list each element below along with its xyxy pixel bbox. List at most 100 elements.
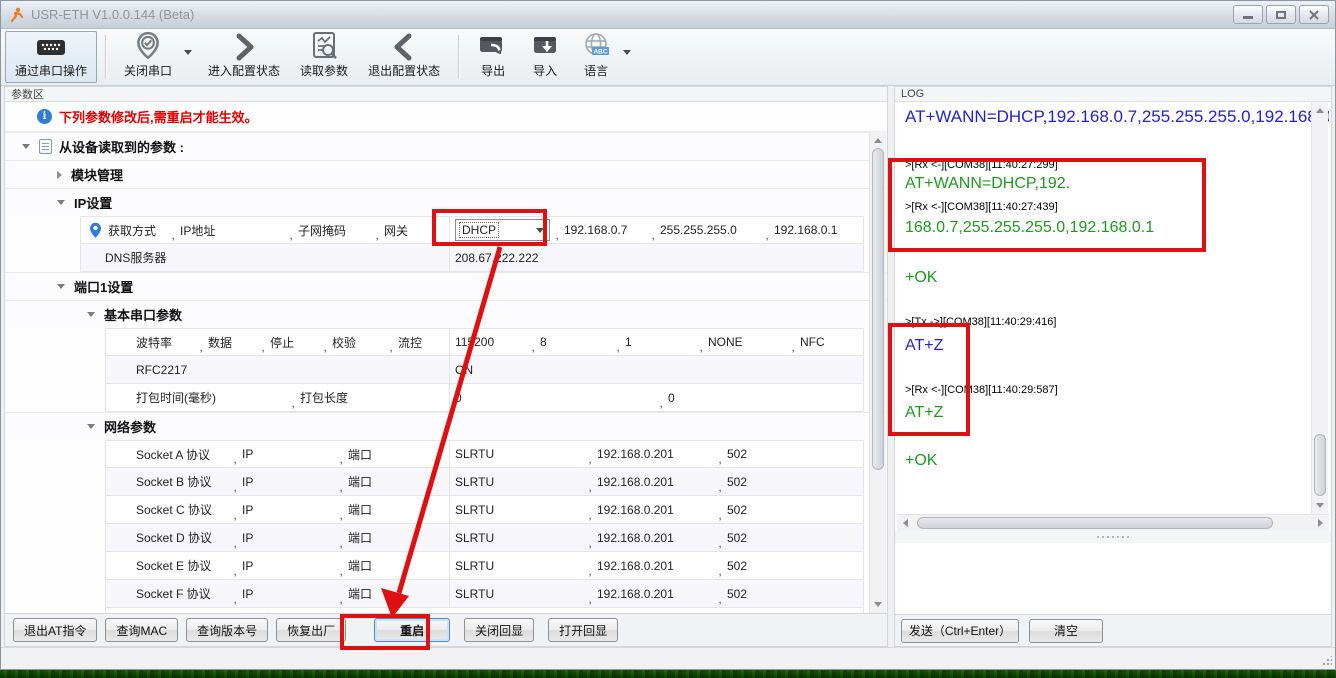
echo-on-button[interactable]: 打开回显	[548, 618, 618, 642]
socket-protocol-value[interactable]: SLRTU	[455, 447, 583, 461]
rfc2217-value[interactable]: ON	[455, 363, 473, 377]
table-row-socket-b: Socket B 协议 IP 端口 SLRTU 192.168.0.201 50…	[105, 468, 864, 496]
socket-port-value[interactable]: 502	[727, 503, 747, 517]
log-send-splitter[interactable]	[895, 531, 1331, 543]
scroll-left-arrow-icon[interactable]	[898, 515, 913, 531]
log-line-sent: AT+WANN=DHCP,192.168.0.7,255.255.255.0,1…	[905, 105, 1321, 129]
socket-protocol-value[interactable]: SLRTU	[455, 587, 583, 601]
section-network-params[interactable]: 网络参数	[5, 412, 887, 440]
socket-ip-value[interactable]: 192.168.0.201	[597, 475, 713, 489]
flow-control-value[interactable]: NFC	[800, 335, 825, 349]
expander-down-icon[interactable]	[57, 284, 65, 289]
socket-ip-label: IP	[242, 531, 334, 545]
expander-down-icon[interactable]	[22, 144, 30, 149]
close-serial-dropdown-arrow[interactable]	[184, 55, 192, 73]
socket-protocol-value[interactable]: SLRTU	[455, 503, 583, 517]
tree-root-row[interactable]: 从设备读取到的参数 :	[5, 132, 887, 160]
socket-ip-value[interactable]: 192.168.0.201	[597, 503, 713, 517]
socket-port-value[interactable]: 502	[727, 475, 747, 489]
scroll-down-arrow-icon[interactable]	[870, 597, 886, 612]
tree-root-label: 从设备读取到的参数 :	[59, 137, 184, 156]
ip-address-value[interactable]: 192.168.0.7	[564, 223, 646, 237]
expander-down-icon[interactable]	[57, 200, 65, 205]
pack-length-value[interactable]: 0	[668, 391, 675, 405]
socket-ip-value[interactable]: 192.168.0.201	[597, 559, 713, 573]
log-vertical-scrollbar[interactable]	[1311, 102, 1328, 514]
params-tree: 从设备读取到的参数 : 模块管理 IP设置	[5, 132, 887, 613]
toolbar-enter-config-button[interactable]: 进入配置状态	[198, 31, 290, 83]
separator	[228, 480, 242, 495]
separator	[284, 228, 298, 243]
toolbar-exit-config-button[interactable]: 退出配置状态	[358, 31, 450, 83]
scroll-down-arrow-icon[interactable]	[1312, 498, 1328, 513]
scroll-right-arrow-icon[interactable]	[1313, 515, 1328, 531]
socket-port-value[interactable]: 502	[727, 531, 747, 545]
baud-rate-value[interactable]: 115200	[455, 335, 526, 349]
expander-right-icon[interactable]	[57, 171, 62, 179]
params-vertical-scrollbar[interactable]	[869, 132, 886, 613]
scroll-up-arrow-icon[interactable]	[870, 133, 886, 148]
socket-protocol-value[interactable]: SLRTU	[455, 475, 583, 489]
socket-ip-value[interactable]: 192.168.0.201	[597, 531, 713, 545]
toolbar-read-params-button[interactable]: 读取参数	[290, 31, 358, 83]
socket-protocol-value[interactable]: SLRTU	[455, 531, 583, 545]
parity-value[interactable]: NONE	[708, 335, 786, 349]
separator	[786, 340, 800, 355]
clear-button[interactable]: 清空	[1029, 619, 1103, 643]
expander-down-icon[interactable]	[87, 312, 95, 317]
socket-protocol-value[interactable]: SLRTU	[455, 559, 583, 573]
data-bits-value[interactable]: 8	[540, 335, 611, 349]
restart-button[interactable]: 重启	[374, 618, 450, 642]
section-basic-serial[interactable]: 基本串口参数	[5, 300, 887, 328]
scrollbar-thumb[interactable]	[872, 148, 884, 470]
separator	[334, 536, 348, 551]
query-mac-button[interactable]: 查询MAC	[105, 618, 178, 642]
socket-port-value[interactable]: 502	[727, 559, 747, 573]
section-port1-settings[interactable]: 端口1设置	[5, 272, 887, 300]
echo-off-button[interactable]: 关闭回显	[464, 618, 534, 642]
section-ip-settings[interactable]: IP设置	[5, 188, 887, 216]
panel-splitter[interactable]	[887, 341, 893, 381]
app-icon	[9, 7, 25, 23]
ip-mode-combobox[interactable]: DHCP	[455, 219, 550, 241]
send-button[interactable]: 发送（Ctrl+Enter）	[901, 619, 1019, 643]
window-title: USR-ETH V1.0.0.144 (Beta)	[31, 7, 194, 22]
send-input[interactable]	[897, 543, 1329, 614]
scroll-up-arrow-icon[interactable]	[1312, 103, 1328, 118]
section-module-management[interactable]: 模块管理	[5, 160, 887, 188]
params-panel-header: 参数区	[5, 87, 887, 102]
gateway-value[interactable]: 192.168.0.1	[774, 223, 837, 237]
scrollbar-thumb[interactable]	[917, 517, 1273, 529]
send-area	[897, 543, 1329, 614]
log-horizontal-scrollbar[interactable]	[897, 514, 1329, 531]
socket-port-value[interactable]: 502	[727, 447, 747, 461]
socket-ip-value[interactable]: 192.168.0.201	[597, 447, 713, 461]
toolbar-label: 退出配置状态	[368, 62, 440, 79]
separator	[583, 564, 597, 579]
pack-time-value[interactable]: 0	[455, 391, 654, 405]
close-button[interactable]	[1299, 5, 1329, 24]
query-version-button[interactable]: 查询版本号	[186, 618, 268, 642]
factory-reset-button[interactable]: 恢复出厂	[276, 618, 346, 642]
log-view[interactable]: AT+WANN=DHCP,192.168.0.7,255.255.255.0,1…	[897, 102, 1329, 514]
dns-value[interactable]: 208.67.222.222	[455, 251, 538, 265]
minimize-button[interactable]	[1233, 5, 1263, 24]
language-dropdown-arrow[interactable]	[623, 55, 631, 73]
scrollbar-thumb[interactable]	[1314, 434, 1326, 496]
socket-ip-label: IP	[242, 475, 334, 489]
toolbar-import-button[interactable]: 导入	[519, 31, 571, 83]
maximize-icon	[1276, 11, 1286, 19]
separator	[760, 228, 774, 243]
subnet-mask-value[interactable]: 255.255.255.0	[660, 223, 760, 237]
socket-port-value[interactable]: 502	[727, 587, 747, 601]
toolbar-close-serial-button[interactable]: 关闭串口	[114, 31, 182, 83]
socket-ip-value[interactable]: 192.168.0.201	[597, 587, 713, 601]
expander-down-icon[interactable]	[87, 424, 95, 429]
resize-grip[interactable]	[1322, 656, 1332, 666]
toolbar-serial-mode-button[interactable]: 通过串口操作	[5, 31, 97, 83]
toolbar-export-button[interactable]: 导出	[467, 31, 519, 83]
toolbar-language-button[interactable]: ABC 语言	[571, 31, 621, 83]
exit-at-command-button[interactable]: 退出AT指令	[13, 618, 97, 642]
stop-bits-value[interactable]: 1	[625, 335, 694, 349]
maximize-button[interactable]	[1266, 5, 1296, 24]
